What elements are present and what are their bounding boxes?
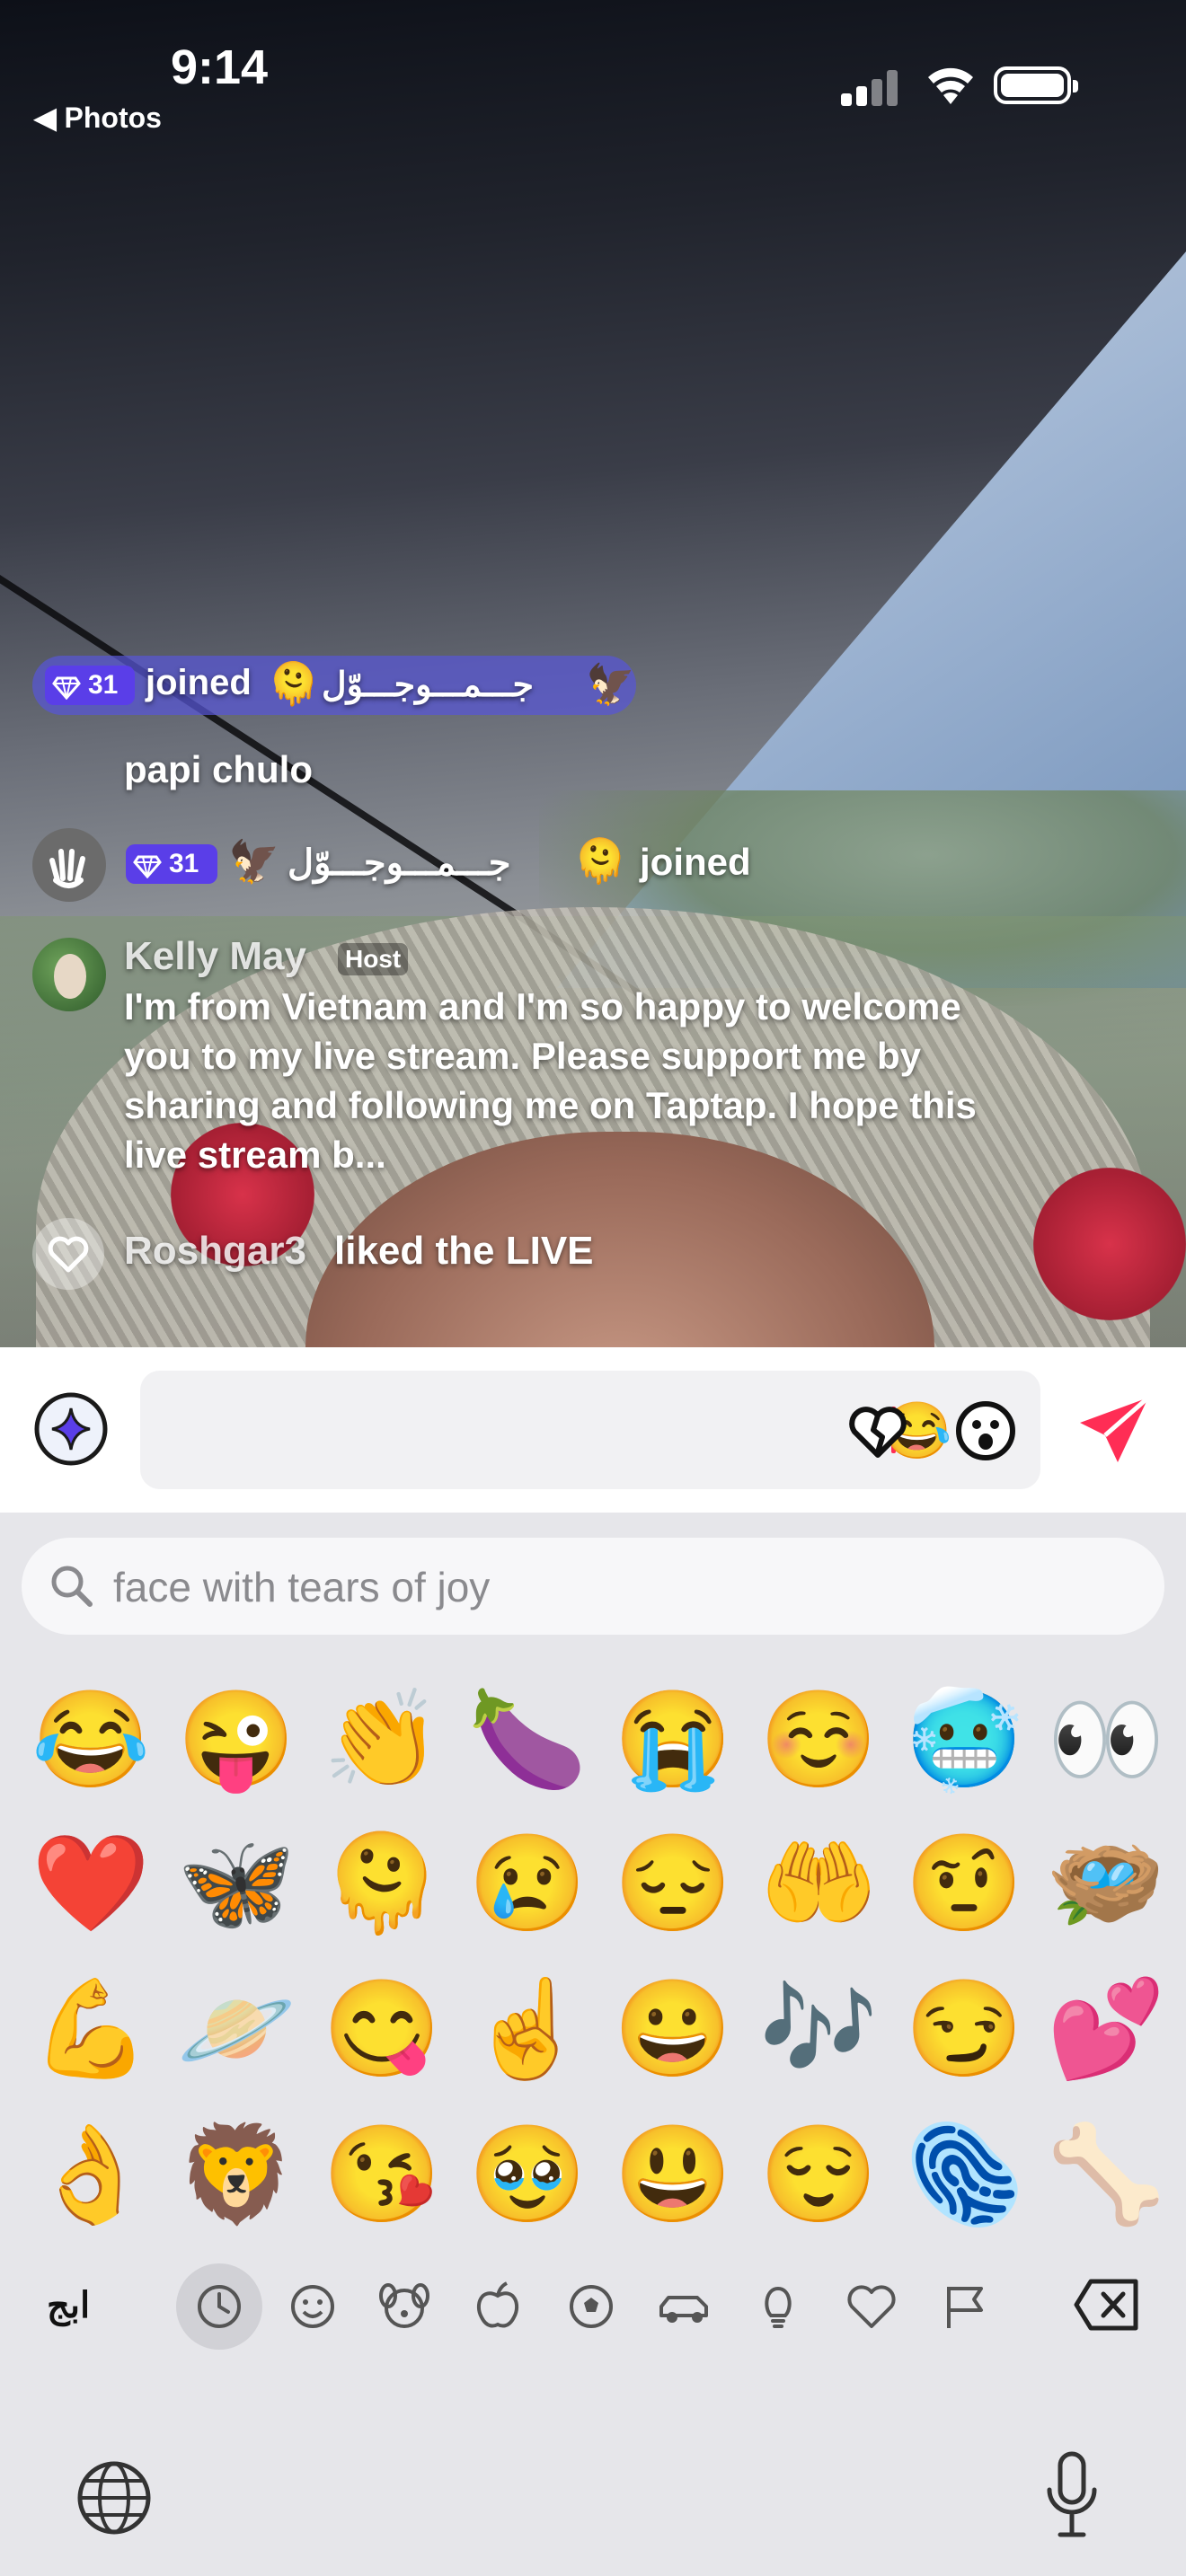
emoji-key[interactable]: 😜 xyxy=(169,1672,304,1807)
emoji-key[interactable]: 😢 xyxy=(460,1816,595,1951)
emoji-key[interactable]: ☺️ xyxy=(751,1672,886,1807)
heart-outline-icon xyxy=(48,1236,89,1273)
heart-icon[interactable] xyxy=(828,2263,915,2350)
flag-icon[interactable] xyxy=(922,2263,1008,2350)
eagle-emoji: 🦅 xyxy=(228,838,280,885)
emoji-key[interactable]: 👀 xyxy=(1039,1672,1173,1807)
search-icon xyxy=(51,1566,93,1607)
emoji-key[interactable]: 😭 xyxy=(606,1672,740,1807)
sparkle-ai-icon[interactable] xyxy=(32,1390,110,1468)
globe-icon[interactable] xyxy=(75,2459,153,2536)
animal-icon[interactable] xyxy=(361,2263,447,2350)
emoji-key[interactable]: 😋 xyxy=(314,1962,449,2096)
comment-bar: 😂 xyxy=(0,1347,1186,1513)
emoji-key[interactable]: 💪 xyxy=(23,1962,158,2096)
emoji-key[interactable]: 😂 xyxy=(23,1672,158,1807)
host-name[interactable]: Kelly May xyxy=(124,934,306,979)
melting-face-emoji: 🫠 xyxy=(268,660,320,707)
like-username[interactable]: Roshgar3 xyxy=(124,1229,306,1274)
melting-face-emoji: 🫠 xyxy=(573,838,627,886)
emoji-key[interactable]: 🤲 xyxy=(751,1816,886,1951)
diamond-icon xyxy=(52,676,81,700)
back-to-photos-link[interactable]: ◀ Photos xyxy=(34,101,162,135)
host-message-line: live stream b... xyxy=(124,1134,386,1176)
waving-hand-icon xyxy=(49,849,85,888)
emoji-key[interactable]: 🍆 xyxy=(460,1672,595,1807)
gift-level-badge: 31 xyxy=(45,666,135,705)
badge-count: 31 xyxy=(88,670,119,700)
signal-icon xyxy=(841,70,898,106)
emoji-key[interactable]: 🫠 xyxy=(314,1816,449,1951)
battery-icon xyxy=(994,66,1078,104)
emoji-key[interactable]: 🪺 xyxy=(1039,1816,1173,1951)
diamond-icon xyxy=(133,855,162,878)
gift-level-badge: 31 xyxy=(126,844,217,884)
emoji-key[interactable]: 😔 xyxy=(606,1816,740,1951)
emoji-key[interactable]: 🦁 xyxy=(169,2107,304,2242)
emoji-key[interactable]: 😏 xyxy=(897,1962,1031,2096)
like-heart-avatar xyxy=(32,1218,104,1290)
emoji-key[interactable]: 🦴 xyxy=(1039,2107,1173,2242)
host-message-line: you to my live stream. Please support me… xyxy=(124,1035,921,1077)
emoji-key[interactable]: 🪐 xyxy=(169,1962,304,2096)
like-text: liked the LIVE xyxy=(334,1229,594,1273)
emoji-key[interactable]: 😘 xyxy=(314,2107,449,2242)
emoji-key[interactable]: 🎶 xyxy=(751,1962,886,2096)
lightbulb-icon[interactable] xyxy=(735,2263,821,2350)
emoji-key[interactable]: 😃 xyxy=(606,2107,740,2242)
host-tag: Host xyxy=(338,943,409,975)
joined-label: joined xyxy=(640,841,751,883)
ball-icon[interactable] xyxy=(548,2263,634,2350)
emoji-key[interactable]: 👏 xyxy=(314,1672,449,1807)
emoji-key[interactable]: 🥹 xyxy=(460,2107,595,2242)
joined-label: joined xyxy=(146,663,252,702)
chat-message: papi chulo xyxy=(124,748,313,790)
emoji-key[interactable]: 😀 xyxy=(606,1962,740,2096)
send-icon[interactable] xyxy=(1076,1394,1152,1466)
surprised-face-icon[interactable] xyxy=(954,1399,1017,1462)
emoji-key[interactable]: 💕 xyxy=(1039,1962,1173,2096)
join-banner: 31 joined 🫠 جـــمـــوجـــوّل 🦅 xyxy=(32,656,636,715)
alphabet-keyboard-key[interactable]: ابج xyxy=(47,2285,90,2326)
status-time: 9:14 xyxy=(171,40,269,94)
emoji-keyboard: face with tears of joy 😂 😜 👏 🍆 😭 ☺️ 🥶 👀 ❤️ 🦋 🫠 😢 😔 🤲 🤨… xyxy=(0,1513,1186,2576)
emoji-key[interactable]: ☝️ xyxy=(460,1962,595,2096)
food-icon[interactable] xyxy=(455,2263,541,2350)
username[interactable]: جـــمـــوجـــوّل xyxy=(322,665,591,705)
eagle-emoji: 🦅 xyxy=(586,663,635,707)
emoji-key[interactable]: 🦋 xyxy=(169,1816,304,1951)
avatar[interactable] xyxy=(32,828,106,902)
microphone-icon[interactable] xyxy=(1040,2450,1103,2540)
host-message-line: I'm from Vietnam and I'm so happy to wel… xyxy=(124,985,961,1028)
smiley-icon[interactable] xyxy=(270,2263,356,2350)
badge-count: 31 xyxy=(169,849,199,878)
search-placeholder: face with tears of joy xyxy=(113,1564,491,1610)
emoji-key[interactable]: 👌 xyxy=(23,2107,158,2242)
car-icon[interactable] xyxy=(642,2263,728,2350)
emoji-key[interactable]: 🫆 xyxy=(897,2107,1031,2242)
emoji-search-field[interactable]: face with tears of joy xyxy=(22,1538,1164,1635)
host-message-line: sharing and following me on Taptap. I ho… xyxy=(124,1084,977,1126)
emoji-key[interactable]: 🤨 xyxy=(897,1816,1031,1951)
username[interactable]: جـــمـــوجـــوّل xyxy=(288,842,557,884)
recent-icon[interactable] xyxy=(176,2263,262,2350)
emoji-key[interactable]: 🥶 xyxy=(897,1672,1031,1807)
broken-heart-icon[interactable] xyxy=(846,1403,909,1460)
comment-input[interactable]: 😂 xyxy=(140,1371,1040,1489)
emoji-key[interactable]: ❤️ xyxy=(23,1816,158,1951)
host-avatar[interactable] xyxy=(32,938,106,1011)
delete-key-icon[interactable] xyxy=(1073,2276,1141,2333)
flower xyxy=(1033,1168,1186,1320)
emoji-key[interactable]: 😌 xyxy=(751,2107,886,2242)
wifi-icon xyxy=(928,67,973,104)
